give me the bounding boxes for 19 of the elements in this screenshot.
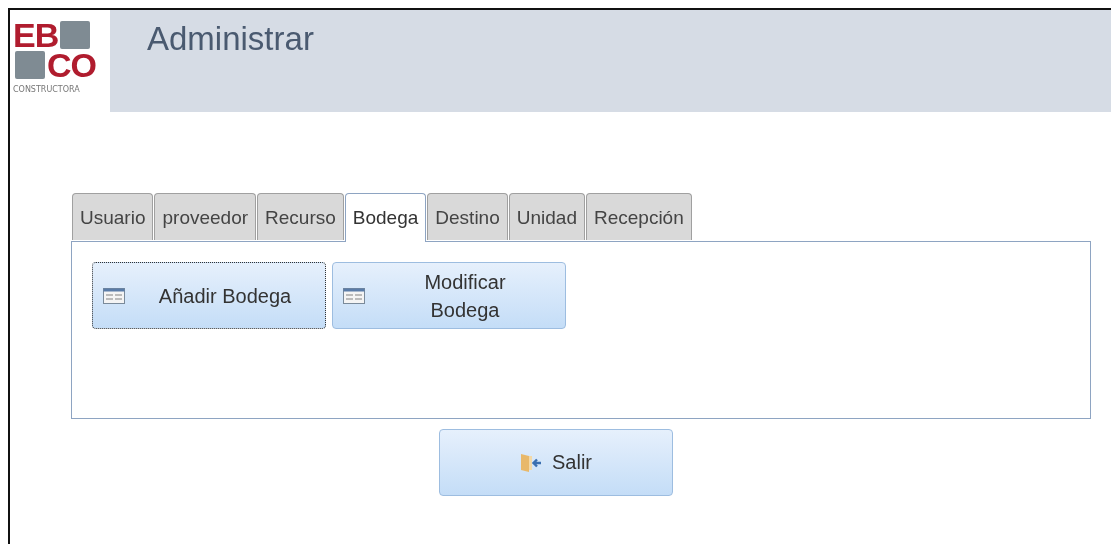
tab[interactable]: Bodega	[344, 193, 427, 242]
tab[interactable]: proveedor	[154, 193, 257, 240]
logo-text: EB	[13, 20, 59, 50]
logo-tagline: CONSTRUCTORA	[13, 85, 81, 94]
form-button[interactable]: Añadir Bodega	[92, 262, 326, 329]
form-button[interactable]: Modificar Bodega	[332, 262, 566, 329]
tab[interactable]: Recurso	[257, 193, 344, 240]
tab[interactable]: Destino	[427, 193, 508, 240]
form-icon	[343, 287, 365, 304]
tab[interactable]: Usuario	[72, 193, 154, 240]
logo-square	[60, 21, 91, 49]
page-title: Administrar	[147, 20, 314, 57]
tab[interactable]: Recepción	[585, 193, 692, 240]
form-icon	[103, 287, 125, 304]
exit-button[interactable]: Salir	[439, 429, 673, 496]
logo-text: CO	[47, 50, 96, 80]
tab[interactable]: Unidad	[508, 193, 585, 240]
logo-square	[15, 51, 45, 79]
exit-door-icon	[520, 452, 542, 473]
